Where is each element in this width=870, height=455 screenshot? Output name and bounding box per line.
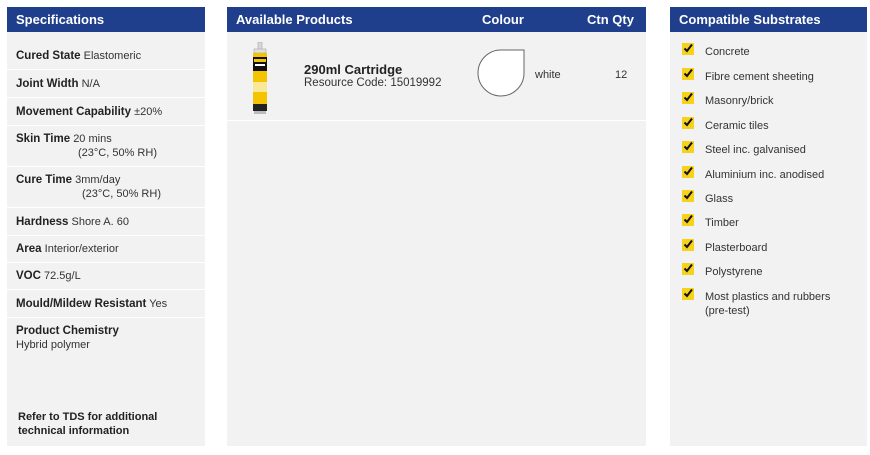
cartridge-image — [253, 42, 267, 114]
spec-row-cure-time: Cure Time 3mm/day (23°C, 50% RH) — [7, 167, 205, 208]
substrate-label: Glass — [705, 193, 734, 205]
spec-value: Interior/exterior — [44, 243, 119, 255]
colour-swatch — [477, 49, 525, 97]
resource-code: Resource Code: 15019992 — [304, 77, 441, 89]
spec-row-area: Area Interior/exterior — [7, 236, 205, 263]
spec-label: Mould/Mildew Resistant — [16, 297, 147, 310]
resource-code-value: 15019992 — [390, 77, 442, 89]
spec-value: Shore A. 60 — [71, 215, 129, 228]
spec-note: (23°C, 50% RH) — [82, 188, 161, 200]
tds-reference-note: Refer to TDS for additional technical in… — [18, 411, 158, 437]
substrate-label: Masonry/brick — [705, 95, 774, 107]
substrate-label: Polystyrene — [705, 266, 763, 278]
spec-row-movement-capability: Movement Capability ±20% — [7, 98, 205, 126]
specifications-header: Specifications — [7, 7, 205, 32]
checkmark-icon — [682, 68, 694, 80]
spec-value: 20 mins — [73, 133, 112, 145]
substrate-label: Ceramic tiles — [705, 120, 769, 132]
spec-label: Joint Width — [16, 77, 79, 90]
ctn-qty-column-header: Ctn Qty — [587, 12, 634, 27]
spec-row-product-chemistry: Product Chemistry Hybrid polymer — [7, 318, 205, 356]
spec-row-voc: VOC 72.5g/L — [7, 263, 205, 290]
checkmark-icon — [682, 43, 694, 55]
checkmark-icon — [682, 190, 694, 202]
products-header: Available Products Colour Ctn Qty — [227, 7, 646, 32]
products-panel: Available Products Colour Ctn Qty 290ml … — [227, 7, 646, 446]
spec-label: Cured State — [16, 49, 81, 62]
substrate-label: Steel inc. galvanised — [705, 144, 806, 156]
spec-value: ±20% — [134, 105, 163, 118]
spec-value: Hybrid polymer — [16, 339, 90, 351]
spec-row-skin-time: Skin Time 20 mins (23°C, 50% RH) — [7, 126, 205, 167]
spec-label: Product Chemistry — [16, 325, 119, 337]
checkmark-icon — [682, 166, 694, 178]
substrate-label: Most plastics and rubbers (pre-test) — [705, 291, 831, 317]
spec-label: VOC — [16, 270, 41, 282]
product-row: 290ml Cartridge Resource Code: 15019992 … — [227, 32, 646, 121]
checkmark-icon — [682, 141, 694, 153]
spec-label: Movement Capability — [16, 105, 132, 118]
specifications-panel: Specifications Cured State Elastomeric J… — [7, 7, 205, 446]
substrates-header: Compatible Substrates — [670, 7, 867, 32]
substrate-label: Concrete — [705, 46, 750, 58]
spec-value: 72.5g/L — [43, 270, 81, 282]
spec-label: Hardness — [16, 215, 69, 228]
product-colour: white — [535, 69, 561, 81]
substrate-label: Timber — [705, 217, 739, 229]
substrate-label: Fibre cement sheeting — [705, 71, 814, 83]
spec-row-cured-state: Cured State Elastomeric — [7, 42, 205, 70]
spec-note: (23°C, 50% RH) — [78, 147, 157, 159]
spec-value: Elastomeric — [83, 49, 142, 62]
substrate-label: Aluminium inc. anodised — [705, 169, 825, 181]
product-ctn-qty: 12 — [615, 69, 628, 81]
checkmark-icon — [682, 117, 694, 129]
products-title: Available Products — [236, 12, 353, 27]
checkmark-icon — [682, 92, 694, 104]
spec-value: 3mm/day — [75, 174, 121, 186]
checkmark-icon — [682, 239, 694, 251]
spec-label: Skin Time — [16, 133, 71, 145]
spec-label: Cure Time — [16, 174, 73, 186]
spec-value: Yes — [149, 297, 168, 310]
spec-label: Area — [16, 243, 42, 255]
substrate-label: Plasterboard — [705, 242, 768, 254]
checkmark-icon — [682, 214, 694, 226]
colour-column-header: Colour — [482, 12, 524, 27]
spec-value: N/A — [81, 77, 100, 90]
resource-code-label: Resource Code: — [304, 77, 388, 89]
checkmark-icon — [682, 288, 694, 300]
spec-row-mould-mildew: Mould/Mildew Resistant Yes — [7, 290, 205, 318]
product-name: 290ml Cartridge — [304, 62, 403, 77]
spec-row-hardness: Hardness Shore A. 60 — [7, 208, 205, 236]
substrates-panel: Compatible Substrates Concrete Fibre cem… — [670, 7, 867, 446]
spec-row-joint-width: Joint Width N/A — [7, 70, 205, 98]
checkmark-icon — [682, 263, 694, 275]
